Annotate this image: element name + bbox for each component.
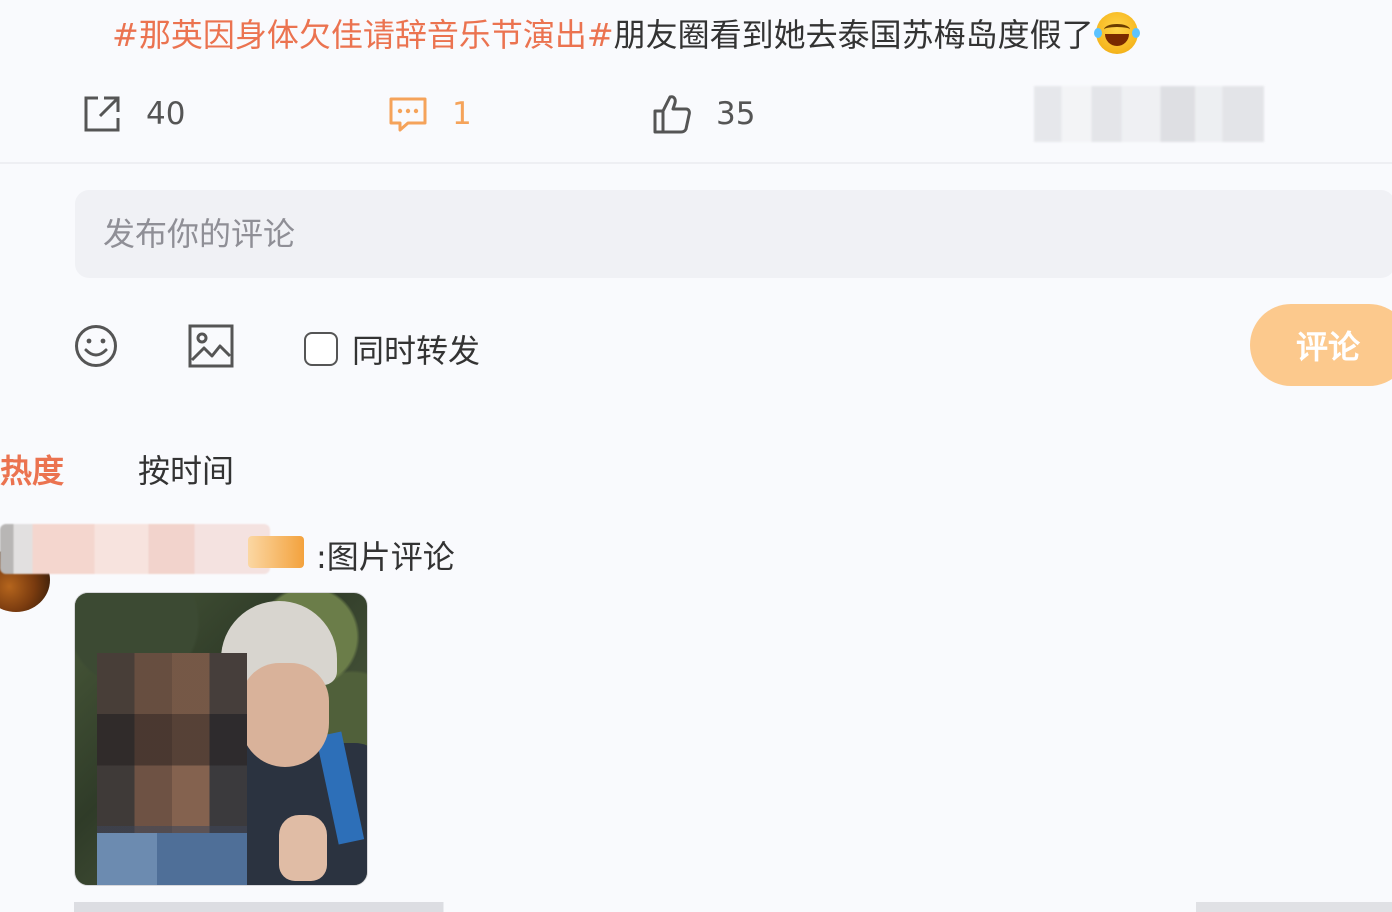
comment-input[interactable] bbox=[103, 215, 1392, 253]
submit-comment-button[interactable]: 评论 bbox=[1250, 304, 1392, 386]
repost-label: 同时转发 bbox=[352, 332, 481, 370]
share-icon bbox=[84, 96, 120, 132]
comment-photo[interactable] bbox=[74, 592, 368, 886]
mosaic-blur bbox=[97, 653, 247, 885]
like-count: 35 bbox=[716, 96, 756, 132]
tab-by-time[interactable]: 按时间 bbox=[138, 446, 234, 492]
comment-input-box[interactable] bbox=[75, 190, 1392, 278]
comment-text: :图片评论 bbox=[316, 538, 455, 576]
image-icon bbox=[188, 324, 234, 368]
emoji-picker-button[interactable] bbox=[74, 324, 118, 372]
comment-sort-tabs: 热度 按时间 bbox=[0, 446, 308, 492]
smiley-icon bbox=[75, 325, 117, 367]
weibo-post-page: #那英因身体欠佳请辞音乐节演出#朋友圈看到她去泰国苏梅岛度假了 40 1 35 … bbox=[0, 0, 1392, 912]
comment-button[interactable]: 1 bbox=[388, 84, 472, 144]
post-text: #那英因身体欠佳请辞音乐节演出#朋友圈看到她去泰国苏梅岛度假了 bbox=[112, 12, 1140, 58]
share-count: 40 bbox=[146, 96, 186, 132]
divider bbox=[0, 162, 1392, 164]
like-button[interactable]: 35 bbox=[652, 84, 755, 144]
repost-option[interactable]: 同时转发 bbox=[304, 326, 480, 372]
image-upload-button[interactable] bbox=[188, 324, 234, 372]
laugh-cry-emoji-icon bbox=[1093, 12, 1140, 54]
user-badge bbox=[248, 536, 304, 568]
cropped-footer bbox=[74, 902, 1392, 912]
redacted-username[interactable] bbox=[0, 524, 270, 574]
post-hashtag[interactable]: #那英因身体欠佳请辞音乐节演出# bbox=[112, 16, 614, 54]
post-body: 朋友圈看到她去泰国苏梅岛度假了 bbox=[613, 16, 1094, 54]
thumbs-up-icon bbox=[653, 95, 691, 134]
comment-tools-row: 同时转发 评论 bbox=[0, 304, 1392, 386]
comment-icon bbox=[389, 97, 427, 132]
comment-count: 1 bbox=[452, 96, 472, 132]
redacted-area bbox=[1034, 86, 1264, 142]
repost-checkbox[interactable] bbox=[304, 332, 338, 366]
tab-hot[interactable]: 热度 bbox=[0, 446, 64, 492]
share-button[interactable]: 40 bbox=[82, 84, 185, 144]
